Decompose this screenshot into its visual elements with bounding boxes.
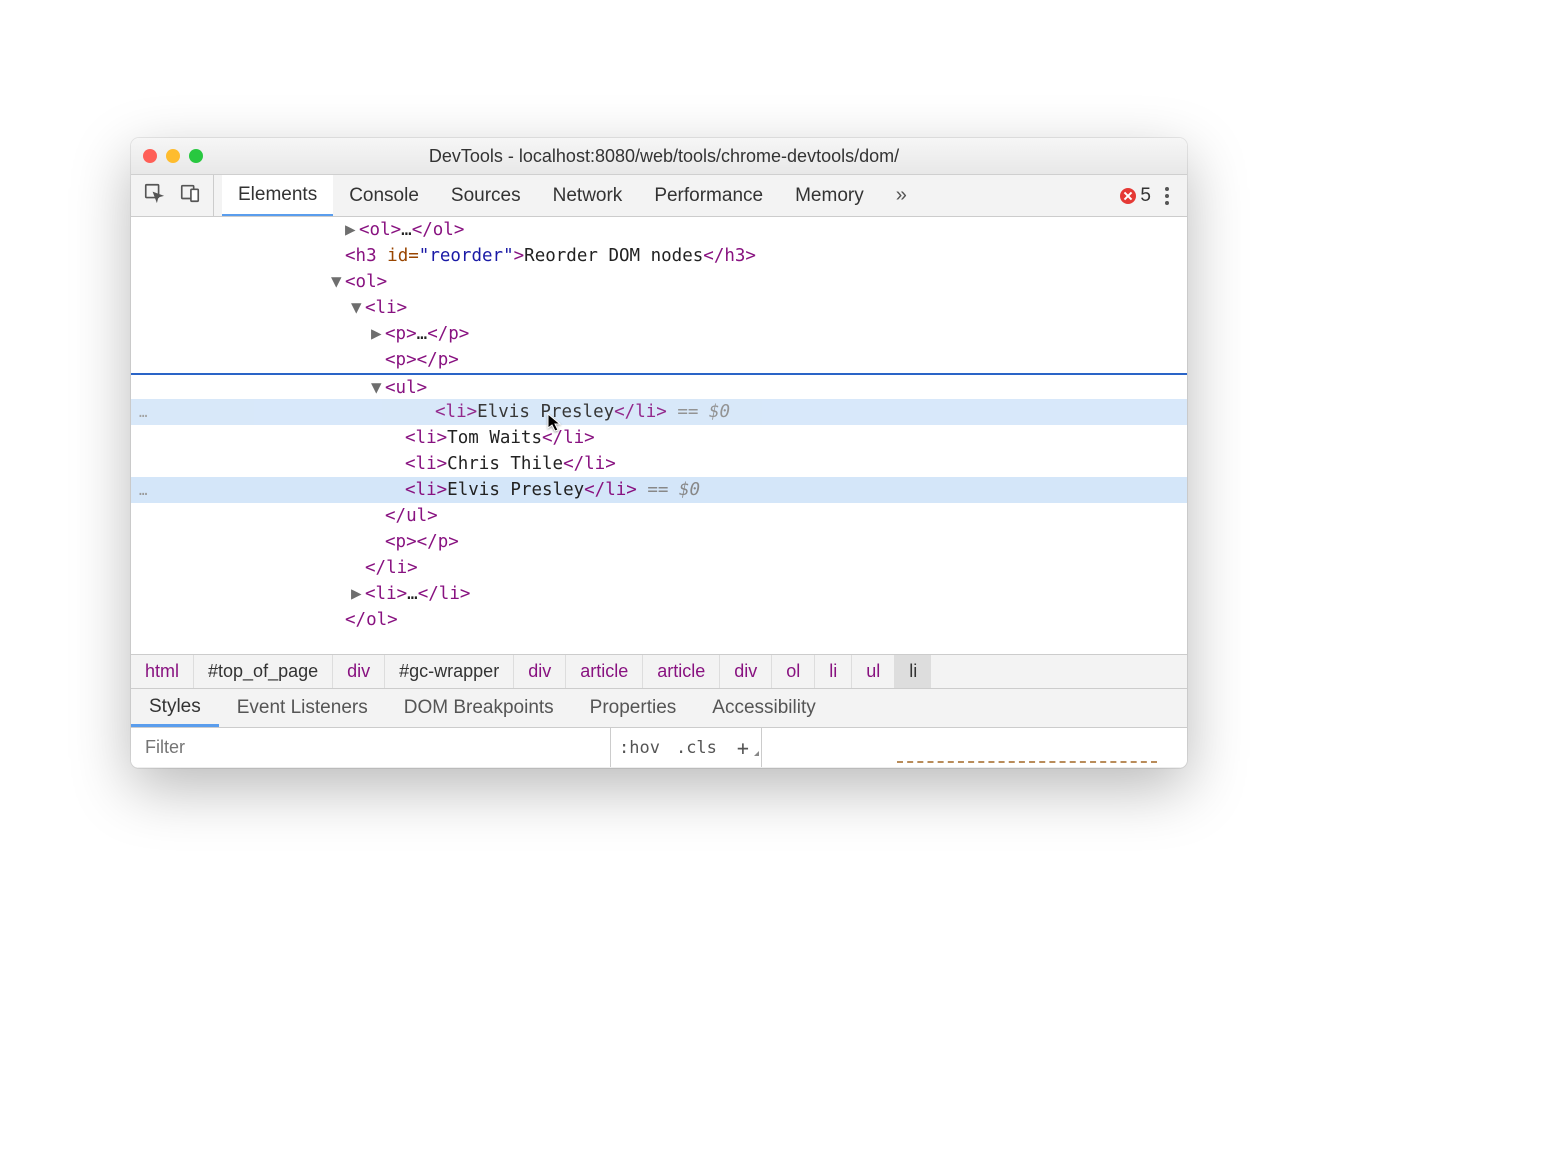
tab-performance[interactable]: Performance bbox=[638, 175, 779, 216]
devtools-window: DevTools - localhost:8080/web/tools/chro… bbox=[131, 138, 1187, 768]
window-titlebar[interactable]: DevTools - localhost:8080/web/tools/chro… bbox=[131, 138, 1187, 175]
inspect-element-icon[interactable] bbox=[143, 182, 165, 210]
styles-toolbar: :hov .cls + bbox=[131, 728, 1187, 768]
error-icon bbox=[1120, 188, 1136, 204]
settings-menu-icon[interactable] bbox=[1159, 187, 1175, 205]
dom-node[interactable]: <li>Chris Thile</li> bbox=[131, 451, 1187, 477]
tab-styles[interactable]: Styles bbox=[131, 689, 219, 727]
crumb-gc-wrapper[interactable]: #gc-wrapper bbox=[384, 655, 513, 688]
tab-network[interactable]: Network bbox=[537, 175, 639, 216]
tab-console[interactable]: Console bbox=[333, 175, 435, 216]
dom-node[interactable]: ▼<ul> bbox=[131, 373, 1187, 399]
devtools-toolbar: Elements Console Sources Network Perform… bbox=[131, 175, 1187, 217]
dom-node[interactable]: <p></p> bbox=[131, 347, 1187, 373]
dom-node[interactable]: ▶<li>…</li> bbox=[131, 581, 1187, 607]
crumb-ul[interactable]: ul bbox=[851, 655, 894, 688]
tab-dom-breakpoints[interactable]: DOM Breakpoints bbox=[386, 689, 572, 727]
minimize-window-button[interactable] bbox=[166, 149, 180, 163]
dom-tree[interactable]: ▶<ol>…</ol> <h3 id="reorder">Reorder DOM… bbox=[131, 217, 1187, 654]
dom-node[interactable]: ▶<p>…</p> bbox=[131, 321, 1187, 347]
dom-node[interactable]: </ul> bbox=[131, 503, 1187, 529]
breadcrumb: html #top_of_page div #gc-wrapper div ar… bbox=[131, 654, 1187, 688]
mouse-cursor-icon bbox=[547, 413, 563, 433]
dom-node[interactable]: <h3 id="reorder">Reorder DOM nodes</h3> bbox=[131, 243, 1187, 269]
tab-event-listeners[interactable]: Event Listeners bbox=[219, 689, 386, 727]
error-count: 5 bbox=[1140, 185, 1151, 207]
tab-memory[interactable]: Memory bbox=[779, 175, 880, 216]
dom-node[interactable]: <p></p> bbox=[131, 529, 1187, 555]
more-tabs-icon[interactable]: » bbox=[888, 184, 915, 207]
window-title: DevTools - localhost:8080/web/tools/chro… bbox=[203, 146, 1175, 167]
dom-node-selected[interactable]: …<li>Elvis Presley</li> == $0 bbox=[131, 477, 1187, 503]
crumb-li-selected[interactable]: li bbox=[894, 655, 931, 688]
crumb-ol[interactable]: ol bbox=[771, 655, 814, 688]
dom-node[interactable]: ▼<ol> bbox=[131, 269, 1187, 295]
error-counter[interactable]: 5 bbox=[1120, 185, 1151, 207]
dom-node[interactable]: </ol> bbox=[131, 607, 1187, 633]
zoom-window-button[interactable] bbox=[189, 149, 203, 163]
tab-sources[interactable]: Sources bbox=[435, 175, 537, 216]
crumb-top-of-page[interactable]: #top_of_page bbox=[193, 655, 332, 688]
sidebar-tabs: Styles Event Listeners DOM Breakpoints P… bbox=[131, 688, 1187, 728]
dom-node[interactable]: ▶<ol>…</ol> bbox=[131, 217, 1187, 243]
tab-elements[interactable]: Elements bbox=[222, 175, 333, 216]
close-window-button[interactable] bbox=[143, 149, 157, 163]
dom-node[interactable]: <li>Tom Waits</li> bbox=[131, 425, 1187, 451]
crumb-article[interactable]: article bbox=[565, 655, 642, 688]
window-controls bbox=[143, 149, 203, 163]
dom-node-drag-ghost[interactable]: …<li>Elvis Presley</li> == $0 bbox=[131, 399, 1187, 425]
dom-node[interactable]: ▼<li> bbox=[131, 295, 1187, 321]
styles-filter-input[interactable] bbox=[131, 728, 611, 767]
tab-properties[interactable]: Properties bbox=[572, 689, 695, 727]
hov-toggle[interactable]: :hov bbox=[611, 738, 668, 758]
panel-tabs: Elements Console Sources Network Perform… bbox=[222, 175, 880, 216]
crumb-html[interactable]: html bbox=[131, 655, 193, 688]
box-model-preview[interactable] bbox=[897, 761, 1157, 767]
crumb-div[interactable]: div bbox=[332, 655, 384, 688]
device-toolbar-icon[interactable] bbox=[179, 182, 201, 210]
cls-toggle[interactable]: .cls bbox=[668, 738, 725, 758]
dom-node[interactable]: </li> bbox=[131, 555, 1187, 581]
crumb-div[interactable]: div bbox=[513, 655, 565, 688]
crumb-div[interactable]: div bbox=[719, 655, 771, 688]
crumb-li[interactable]: li bbox=[814, 655, 851, 688]
tab-accessibility[interactable]: Accessibility bbox=[694, 689, 833, 727]
crumb-article[interactable]: article bbox=[642, 655, 719, 688]
new-style-rule-button[interactable]: + bbox=[725, 736, 761, 760]
